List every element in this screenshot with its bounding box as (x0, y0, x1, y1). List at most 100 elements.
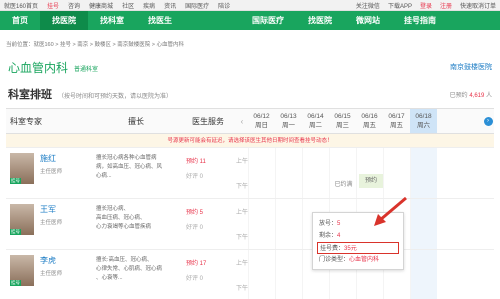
ampm-labels: 上午 下午 (236, 199, 248, 249)
topbar-link[interactable]: 挂号 (47, 1, 59, 10)
slot-cell (275, 199, 302, 249)
nav-item[interactable]: 首页 (0, 11, 40, 30)
doctor-name[interactable]: 王军 (40, 204, 62, 215)
avatar[interactable]: 挂号 (10, 204, 34, 235)
specialty-text: 擅长冠心病各种心血管病 病，如高血压、冠心病、风 心病... (92, 148, 180, 198)
topbar-right-link[interactable]: 下载APP (388, 1, 412, 10)
dept-title: 心血管内科 (8, 60, 69, 75)
day-header[interactable]: 06/16 周五 (356, 109, 383, 133)
specialty-line: 高血压病、冠心病、 (96, 215, 146, 221)
day-date: 06/13 (280, 113, 297, 120)
badge: 挂号 (10, 229, 21, 235)
slot-cell (302, 148, 329, 198)
badge: 挂号 (10, 280, 21, 286)
popup-type: 门诊类型：心血管内科 (319, 257, 380, 263)
annotation-arrow-icon (374, 196, 407, 226)
day-date: 06/18 (415, 113, 432, 120)
book-slot-button[interactable]: 预约 (359, 174, 383, 188)
slot-cell (410, 250, 437, 299)
specialty-line: 擅长冠心病、 (96, 206, 130, 212)
pm-label: 下午 (236, 184, 249, 190)
doctor-title: 主任医师 (40, 271, 63, 277)
nav-item[interactable]: 微网站 (344, 11, 392, 30)
day-date: 06/15 (334, 113, 351, 120)
rating-stat: 好评 0 (186, 276, 204, 282)
specialty-line: 、心衰等... (96, 275, 123, 281)
schedule-title: 科室排班 (8, 89, 52, 101)
hospital-link[interactable]: 南京鼓楼医院 (450, 62, 492, 72)
topbar-link[interactable]: 资讯 (164, 1, 176, 10)
topbar-right-link[interactable]: 登录 (420, 1, 432, 10)
top-utility-bar: 就医160首页 挂号 咨询 健康商城 社区 疾病 资讯 国际医疗 陪诊 关注微信 下载APP 登录注… (0, 0, 500, 11)
day-weekday: 周一 (282, 122, 295, 129)
rating-stat: 好评 0 (186, 225, 204, 231)
slot-cell (383, 148, 410, 198)
nav-item[interactable]: 找医院 (40, 11, 88, 30)
booked-stat: 预约 5 (186, 210, 204, 216)
day-header[interactable]: 06/12 周日 (248, 109, 275, 133)
am-label: 上午 (236, 159, 249, 165)
day-header[interactable]: 06/13 周一 (275, 109, 302, 133)
dept-header: 心血管内科 普通科室 南京鼓楼医院 (0, 56, 500, 78)
topbar-link[interactable]: 咨询 (68, 1, 80, 10)
service-cell: 预约 5 好评 0 (180, 199, 236, 249)
slot-cell (275, 148, 302, 198)
doctor-name[interactable]: 李虎 (40, 255, 62, 266)
am-label: 上午 (236, 261, 249, 267)
avatar[interactable]: 挂号 (10, 153, 34, 184)
topbar-right-link[interactable]: 关注微信 (356, 1, 380, 10)
day-header[interactable]: 06/17 周五 (383, 109, 410, 133)
pm-label: 下午 (236, 235, 249, 241)
day-weekday: 周六 (417, 122, 430, 129)
slot-cell (248, 148, 275, 198)
topbar-link[interactable]: 社区 (122, 1, 134, 10)
doctor-cell: 挂号 施红 主任医师 (6, 148, 92, 198)
day-date: 06/12 (253, 113, 270, 120)
slot-cell: 已约满 (329, 148, 356, 198)
nav-item[interactable]: 找科室 (88, 11, 136, 30)
slot-full: 已约满 (334, 182, 353, 188)
doctor-info: 李虎 主任医师 (40, 255, 62, 295)
day-date: 06/14 (307, 113, 324, 120)
day-header[interactable]: 06/15 周三 (329, 109, 356, 133)
prev-week-icon[interactable]: ‹ (236, 109, 248, 133)
day-weekday: 周五 (390, 122, 403, 129)
doctor-name[interactable]: 施红 (40, 153, 62, 164)
doctor-row: 挂号 李虎 主任医师 擅长:高血压、冠心病、 心律失常、心肌病、冠心病 、心衰等... 预约… (6, 250, 494, 299)
col-specialty: 擅长 (128, 116, 144, 126)
topbar-link[interactable]: 健康商城 (89, 1, 113, 10)
specialty-line: 擅长:高血压、冠心病、 (96, 257, 153, 263)
pm-label: 下午 (236, 286, 249, 292)
specialty-line: 擅长冠心病各种心血管病 (96, 155, 157, 161)
next-week-button[interactable]: › (482, 109, 494, 133)
breadcrumb: 当前位置：就医160 > 挂号 > 南京 > 鼓楼区 > 南京鼓楼医院 > 心血… (6, 42, 185, 48)
topbar-link[interactable]: 疾病 (143, 1, 155, 10)
specialty-text: 擅长冠心病、 高血压病、冠心病、 心力衰竭等心血管疾病 (92, 199, 180, 249)
topbar-link[interactable]: 就医160首页 (4, 1, 38, 10)
day-weekday: 周五 (363, 122, 376, 129)
nav-item[interactable]: 找医院 (296, 11, 344, 30)
specialty-line: 病，如高血压、冠心病、风 (96, 164, 163, 170)
doctor-cell: 挂号 李虎主任医师 (6, 250, 92, 299)
ampm-labels: 上午 下午 (236, 148, 248, 198)
topbar-link[interactable]: 陪诊 (218, 1, 230, 10)
am-label: 上午 (236, 210, 249, 216)
nav-item[interactable]: 找医生 (136, 11, 184, 30)
day-header[interactable]: 06/18 周六 (410, 109, 437, 133)
doctor-cell: 挂号 王军 主任医师 (6, 199, 92, 249)
avatar[interactable]: 挂号 (10, 255, 34, 286)
col-service: 医生服务 (192, 116, 224, 126)
dept-tag: 普通科室 (74, 67, 99, 73)
day-date: 06/17 (388, 113, 405, 120)
topbar-right-link[interactable]: 注册 (440, 1, 452, 10)
nav-item[interactable]: 挂号指南 (392, 11, 448, 30)
day-header[interactable]: 06/14 周二 (302, 109, 329, 133)
topbar-link[interactable]: 国际医疗 (185, 1, 209, 10)
nav-item[interactable]: 国际医疗 (240, 11, 296, 30)
day-weekday: 周日 (255, 122, 268, 129)
slot-cell (275, 250, 302, 299)
day-weekday: 周三 (336, 122, 349, 129)
service-cell: 预约 17 好评 0 (180, 250, 236, 299)
topbar-right-link[interactable]: 快速取消订单 (460, 1, 496, 10)
badge: 挂号 (10, 178, 21, 184)
